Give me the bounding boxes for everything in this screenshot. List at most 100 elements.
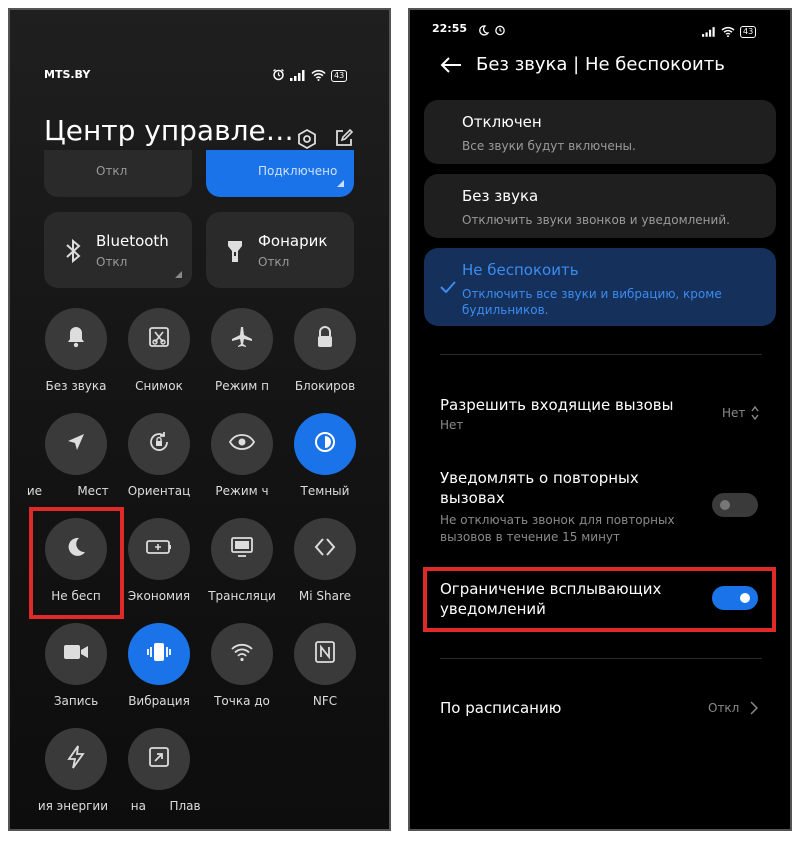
bluetooth-icon [62,238,84,264]
highlight-box-dnd [29,507,124,619]
screen-record-label: Запись [53,694,99,708]
hotspot-label: Точка до [214,694,270,708]
checkmark-icon [440,278,456,297]
expand-corner-icon [337,180,344,187]
option-dnd[interactable]: Не беспокоить Отключить все звуки и вибр… [424,248,776,326]
partial-label-2: на [130,799,146,813]
screenshot-button[interactable] [128,308,190,370]
option-silent[interactable]: Без звука Отключить звуки звонков и увед… [424,174,776,238]
dark-mode-label: Темный [300,484,350,498]
carrier-label: MTS.BY [44,68,91,81]
schedule-value[interactable]: Откл [708,701,739,715]
wifi-icon [311,66,326,85]
allow-calls-sub: Нет [440,418,464,432]
airplane-label: Режим п [215,379,269,393]
ultra-battery-button[interactable] [45,728,107,790]
reading-mode-label: Режим ч [215,484,269,498]
lock-label: Блокиров [294,379,356,393]
signal-icon [290,66,306,85]
page-title: Центр управле… [44,114,294,147]
nfc-label: NFC [312,694,338,708]
tile-flashlight-sub: Откл [258,255,290,269]
signal-icon [702,22,716,41]
option-dnd-sub: Отключить все звуки и вибрацию, кроме бу… [462,287,722,317]
status-left-icons [478,21,506,40]
chevron-right-icon [750,700,759,719]
cast-label: Трансляци [208,589,276,603]
tile-wifi[interactable]: Подключено [206,150,354,197]
battery-saver-label: Экономия [127,589,191,603]
tile-flashlight[interactable]: Фонарик Откл [206,212,354,288]
screenshot-label: Снимок [135,379,183,393]
tile-bluetooth-label: Bluetooth [96,232,169,250]
dark-mode-button[interactable] [294,413,356,475]
clock: 22:55 [432,22,468,35]
ultra-battery-label: ия энергии [37,799,108,813]
nfc-icon [314,640,336,668]
reading-mode-button[interactable] [211,413,273,475]
rotation-label: Ориентац [127,484,191,498]
divider [440,354,762,355]
silent-button[interactable] [45,308,107,370]
navigation-arrow-icon [65,431,87,457]
nfc-button[interactable] [294,623,356,685]
cast-button[interactable] [211,518,273,580]
allow-calls-title[interactable]: Разрешить входящие вызовы [440,395,695,415]
vibration-label: Вибрация [128,694,190,708]
option-dnd-title: Не беспокоить [462,261,579,279]
hotspot-icon [230,641,254,667]
silent-label: Без звука [45,379,107,393]
bell-icon [65,325,87,353]
back-arrow-icon[interactable] [440,56,462,78]
floating-window-label: Плав [169,799,201,813]
wifi-icon [721,22,735,41]
alarm-icon [494,21,506,40]
tile-mobile-data[interactable]: Откл [44,150,192,197]
rotation-button[interactable] [128,413,190,475]
tile-mobile-data-sub: Откл [96,164,128,178]
tile-bluetooth-sub: Откл [96,255,128,269]
battery-icon: 43 [331,69,348,82]
mi-share-button[interactable] [294,518,356,580]
battery-saver-icon [146,538,172,560]
partial-label: ие [26,484,42,498]
option-silent-sub: Отключить звуки звонков и уведомлений. [462,213,730,227]
screen-record-button[interactable] [45,623,107,685]
repeat-calls-sub: Не отключать звонок для повторных вызово… [440,513,675,544]
tile-flashlight-label: Фонарик [258,232,328,250]
dnd-settings-screen: 22:55 43 Без звука | Не беспокоить Отклю… [408,8,792,831]
hotspot-button[interactable] [211,623,273,685]
tile-wifi-sub: Подключено [258,164,338,178]
vibration-icon [146,640,172,668]
moon-icon [478,21,490,40]
toggle-knob [720,500,730,510]
airplane-mode-button[interactable] [211,308,273,370]
up-down-chevron-icon [750,405,760,425]
tile-bluetooth[interactable]: Bluetooth Откл [44,212,192,288]
lock-icon [314,325,336,353]
divider [440,658,762,659]
allow-calls-value[interactable]: Нет [722,406,745,420]
option-off[interactable]: Отключен Все звуки будут включены. [424,100,776,164]
schedule-title[interactable]: По расписанию [440,698,695,718]
edit-icon[interactable] [334,128,354,152]
status-icons: 43 [272,66,348,85]
option-silent-title: Без звука [462,187,539,205]
rotation-lock-icon [147,430,171,458]
option-off-sub: Все звуки будут включены. [462,139,636,153]
expand-corner-icon [175,271,182,278]
location-button[interactable] [45,413,107,475]
lock-screen-button[interactable] [294,308,356,370]
floating-window-button[interactable] [128,728,190,790]
mi-share-label: Mi Share [298,589,352,603]
repeat-calls-toggle[interactable] [712,493,758,517]
mi-share-icon [313,535,337,563]
alarm-icon [272,66,285,85]
eye-icon [228,433,256,455]
scissors-icon [147,325,171,353]
control-center-screen: MTS.BY 43 Центр управле… Откл Подключено… [8,8,391,831]
vibration-button[interactable] [128,623,190,685]
dark-mode-icon [313,430,337,458]
battery-saver-button[interactable] [128,518,190,580]
page-title: Без звука | Не беспокоить [476,54,725,75]
